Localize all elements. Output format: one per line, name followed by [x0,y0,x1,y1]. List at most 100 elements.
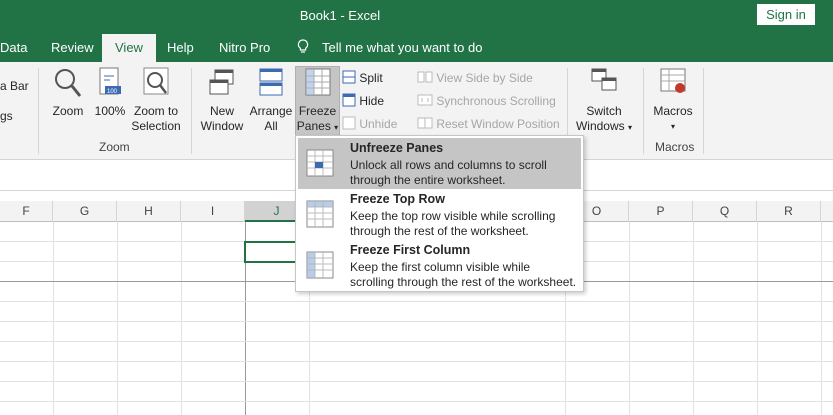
arrange-all-icon [259,68,283,96]
tab-data[interactable]: Data [0,40,27,55]
zoom-100-button[interactable]: 100 100% [92,66,128,119]
macros-icon [660,68,686,93]
split-button[interactable]: Split [342,68,383,88]
switch-windows-label-1: Switch [586,104,622,118]
separator [38,68,39,154]
chevron-down-icon: ▾ [334,123,339,132]
zoom-label: Zoom [52,104,84,118]
arrange-all-label-1: Arrange [249,104,293,118]
hide-label: Hide [359,94,385,108]
tell-me-search[interactable]: Tell me what you want to do [322,40,482,55]
grid-line [53,222,54,415]
zoom-selection-label-1: Zoom to [133,104,178,118]
separator [191,68,192,154]
grid-line [117,222,118,415]
zoom-100-label: 100% [94,104,126,118]
window-title: Book1 - Excel [299,8,381,23]
column-header-f[interactable]: F [0,201,53,222]
side-by-side-label: View Side by Side [436,71,533,85]
grid-line [0,401,833,402]
sign-in-button[interactable]: Sign in [757,4,815,25]
freeze-panes-button[interactable]: Freeze Panes ▾ [295,66,340,137]
reset-position-icon [417,117,433,129]
hide-button[interactable]: Hide [342,91,384,111]
svg-text:100: 100 [107,89,118,95]
unhide-button[interactable]: Unhide [342,114,397,134]
side-by-side-icon [417,71,433,83]
new-window-icon [209,69,234,95]
macros-label: Macros [653,104,693,118]
menu-item-title: Unfreeze Panes [350,141,444,155]
grid-line [821,222,822,415]
title-bar: Book1 - Excel Sign in [0,0,833,34]
switch-windows-icon [591,68,617,91]
unhide-label: Unhide [359,117,398,131]
zoom-selection-label-2: Selection [131,119,181,133]
macros-button[interactable]: Macros ▾ [650,66,696,134]
headings-option[interactable]: gs [0,106,13,126]
grid-line [0,341,833,342]
column-header-r[interactable]: R [757,201,821,222]
unhide-icon [342,116,356,130]
grid-line [0,301,833,302]
tab-help[interactable]: Help [167,40,194,55]
chevron-down-icon: ▾ [628,123,633,132]
grid-line [693,222,694,415]
unfreeze-panes-icon [306,149,334,177]
freeze-panes-label-2: Panes ▾ [296,119,339,133]
split-icon [342,70,356,84]
menu-item-title: Freeze First Column [350,243,471,257]
column-header-h[interactable]: H [117,201,181,222]
menu-item-freeze-first-column[interactable]: Freeze First Column Keep the first colum… [298,240,581,291]
column-header-i[interactable]: I [181,201,245,222]
split-label: Split [359,71,383,85]
menu-item-description: Unlock all rows and columns to scroll th… [350,158,547,187]
separator [703,68,704,154]
freeze-top-row-icon [306,200,334,228]
freeze-first-column-icon [306,251,334,279]
reset-window-position-button[interactable]: Reset Window Position [417,114,560,134]
reset-position-label: Reset Window Position [436,117,560,131]
macros-group-label: Macros [655,140,695,154]
grid-line [0,381,833,382]
column-header-g[interactable]: G [53,201,117,222]
menu-item-unfreeze-panes[interactable]: Unfreeze Panes Unlock all rows and colum… [298,138,581,189]
tab-review[interactable]: Review [51,40,94,55]
synchronous-scrolling-button[interactable]: Synchronous Scrolling [417,91,556,111]
chevron-down-icon: ▾ [670,122,675,131]
switch-windows-button[interactable]: Switch Windows ▾ [572,66,636,135]
magnifier-icon [55,69,82,97]
switch-windows-label-2: Windows ▾ [575,119,633,133]
view-side-by-side-button[interactable]: View Side by Side [417,68,533,88]
sync-scroll-icon [417,94,433,106]
freeze-panes-icon [305,68,330,96]
arrange-all-button[interactable]: Arrange All [248,66,294,134]
menu-item-description: Keep the first column visible while scro… [350,260,577,289]
formula-bar-option[interactable]: a Bar [0,76,29,96]
tab-nitro-pro[interactable]: Nitro Pro [219,40,270,55]
menu-item-freeze-top-row[interactable]: Freeze Top Row Keep the top row visible … [298,189,581,240]
freeze-panes-label-1: Freeze [298,104,337,118]
separator [643,68,644,154]
new-window-button[interactable]: New Window [198,66,246,134]
grid-line [0,361,833,362]
column-header-p[interactable]: P [629,201,693,222]
grid-line [629,222,630,415]
tab-view[interactable]: View [102,34,156,62]
freeze-panes-menu: Unfreeze Panes Unlock all rows and colum… [295,135,584,292]
zoom-to-selection-button[interactable]: Zoom to Selection [130,66,182,134]
new-window-label-1: New [209,104,234,118]
ribbon-tab-bar: Data Review View Help Nitro Pro Tell me … [0,34,833,62]
column-header-q[interactable]: Q [693,201,757,222]
zoom-100-icon: 100 [99,67,121,95]
sync-scroll-label: Synchronous Scrolling [436,94,556,108]
zoom-selection-icon [143,67,169,95]
grid-line [0,321,833,322]
zoom-group-label: Zoom [99,140,130,154]
menu-item-title: Freeze Top Row [350,192,445,206]
grid-line [181,222,182,415]
zoom-button[interactable]: Zoom [46,66,90,119]
lightbulb-icon [297,39,309,58]
arrange-all-label-2: All [264,119,278,133]
new-window-label-2: Window [200,119,244,133]
